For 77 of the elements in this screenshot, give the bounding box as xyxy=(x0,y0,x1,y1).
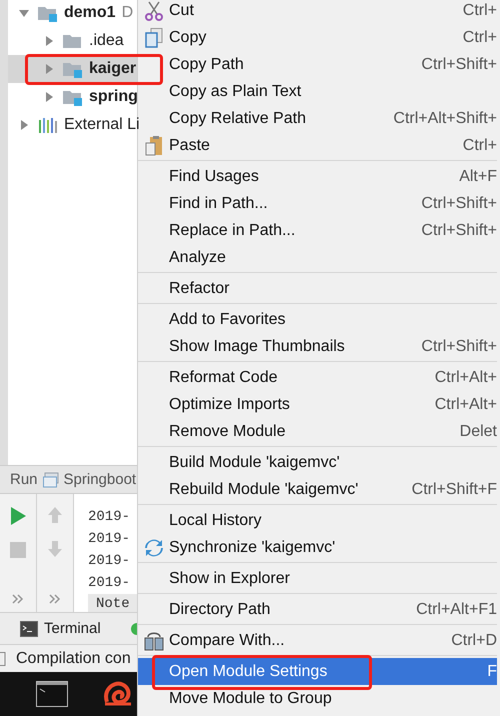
menu-item[interactable]: Copy Ctrl+ xyxy=(138,24,497,51)
shortcut-label: Ctrl+ xyxy=(462,28,497,46)
menu-item[interactable]: Copy Path Ctrl+Shift+ xyxy=(138,51,497,78)
menu-item[interactable]: Replace in Path... Ctrl+Shift+ xyxy=(138,217,497,244)
console-line: 2019- xyxy=(88,508,132,527)
menu-item[interactable]: Rebuild Module 'kaigemvc' Ctrl+Shift+F xyxy=(138,476,497,503)
menu-item[interactable]: Compare With... Ctrl+D xyxy=(138,627,497,654)
menu-item[interactable]: Copy Relative Path Ctrl+Alt+Shift+ xyxy=(138,105,497,132)
snail-icon[interactable] xyxy=(103,680,133,708)
shortcut-label: Alt+F xyxy=(458,168,497,186)
folder-icon xyxy=(63,88,83,106)
shortcut-label: Ctrl+Shift+ xyxy=(420,338,497,356)
shortcut-label: Ctrl+ xyxy=(462,136,497,154)
expand-arrow-icon[interactable] xyxy=(43,91,55,103)
menu-item[interactable]: Directory Path Ctrl+Alt+F1 xyxy=(138,596,497,623)
scissors-icon xyxy=(144,0,164,20)
menu-item[interactable]: Remove Module Delet xyxy=(138,418,497,445)
menu-item[interactable]: Reformat Code Ctrl+Alt+ xyxy=(138,364,497,391)
tree-item[interactable]: demo1 xyxy=(64,4,116,22)
panel-title[interactable]: Run xyxy=(10,471,38,488)
run-icon[interactable] xyxy=(9,506,27,526)
shortcut-label: Ctrl+Shift+ xyxy=(420,56,497,74)
menu-item[interactable]: Move Module to Group xyxy=(138,685,497,712)
shortcut-label: Ctrl+Shift+ xyxy=(420,222,497,240)
terminal-icon xyxy=(20,620,38,636)
shortcut-label: Ctrl+Shift+F xyxy=(410,480,497,498)
more-icon[interactable] xyxy=(12,594,24,604)
expand-arrow-icon[interactable] xyxy=(18,7,30,19)
menu-item[interactable]: Find in Path... Ctrl+Shift+ xyxy=(138,190,497,217)
shortcut-label: F xyxy=(486,662,497,680)
window-icon xyxy=(42,472,59,488)
shortcut-label: Ctrl+Alt+F1 xyxy=(415,600,497,618)
console-line: 2019- xyxy=(88,574,132,593)
menu-item[interactable]: Show Image Thumbnails Ctrl+Shift+ xyxy=(138,333,497,360)
expand-arrow-icon[interactable] xyxy=(18,119,30,131)
more-icon[interactable] xyxy=(49,594,61,604)
menu-item[interactable]: Find Usages Alt+F xyxy=(138,163,497,190)
down-arrow-icon[interactable] xyxy=(47,540,63,558)
shortcut-label: Delet xyxy=(458,422,497,440)
sync-icon xyxy=(144,538,164,558)
folder-icon xyxy=(38,4,58,22)
folder-icon xyxy=(63,60,83,78)
folder-icon xyxy=(63,32,83,50)
library-icon xyxy=(38,116,58,134)
menu-item[interactable]: Cut Ctrl+ xyxy=(138,0,497,24)
expand-arrow-icon[interactable] xyxy=(43,35,55,47)
menu-item[interactable]: Show in Explorer xyxy=(138,565,497,592)
tree-item[interactable]: .idea xyxy=(89,32,124,50)
run-config-tab[interactable]: Springboot xyxy=(64,471,136,488)
menu-item[interactable]: Local History xyxy=(138,507,497,534)
menu-item[interactable]: Optimize Imports Ctrl+Alt+ xyxy=(138,391,497,418)
expand-arrow-icon[interactable] xyxy=(43,63,55,75)
menu-item[interactable]: Analyze xyxy=(138,244,497,271)
copy-icon xyxy=(144,28,162,48)
menu-item[interactable]: Synchronize 'kaigemvc' xyxy=(138,534,497,561)
compare-icon xyxy=(144,630,164,650)
tree-item[interactable]: spring xyxy=(89,88,138,106)
shortcut-label: Ctrl+D xyxy=(450,632,497,650)
menu-item[interactable]: Add to Favorites xyxy=(138,306,497,333)
up-arrow-icon[interactable] xyxy=(47,506,63,524)
tree-item[interactable]: External Li xyxy=(64,116,140,134)
menu-item[interactable]: Copy as Plain Text xyxy=(138,78,497,105)
shortcut-label: Ctrl+Alt+ xyxy=(434,396,497,414)
shortcut-label: Ctrl+Alt+Shift+ xyxy=(392,110,497,128)
console-app-icon[interactable] xyxy=(36,681,68,707)
shortcut-label: Ctrl+Shift+ xyxy=(420,194,497,212)
console-note: Note xyxy=(88,594,137,614)
shortcut-label: Ctrl+Alt+ xyxy=(434,368,497,386)
shortcut-label: Ctrl+ xyxy=(462,2,497,20)
console-line: 2019- xyxy=(88,530,132,549)
menu-item[interactable]: Refactor xyxy=(138,275,497,302)
status-message: Compilation con xyxy=(16,650,131,668)
tree-item-path: D xyxy=(122,4,134,22)
console-line: 2019- xyxy=(88,552,132,571)
clipboard-icon xyxy=(144,136,162,156)
menu-item[interactable]: Build Module 'kaigemvc' xyxy=(138,449,497,476)
menu-item[interactable]: Paste Ctrl+ xyxy=(138,132,497,159)
